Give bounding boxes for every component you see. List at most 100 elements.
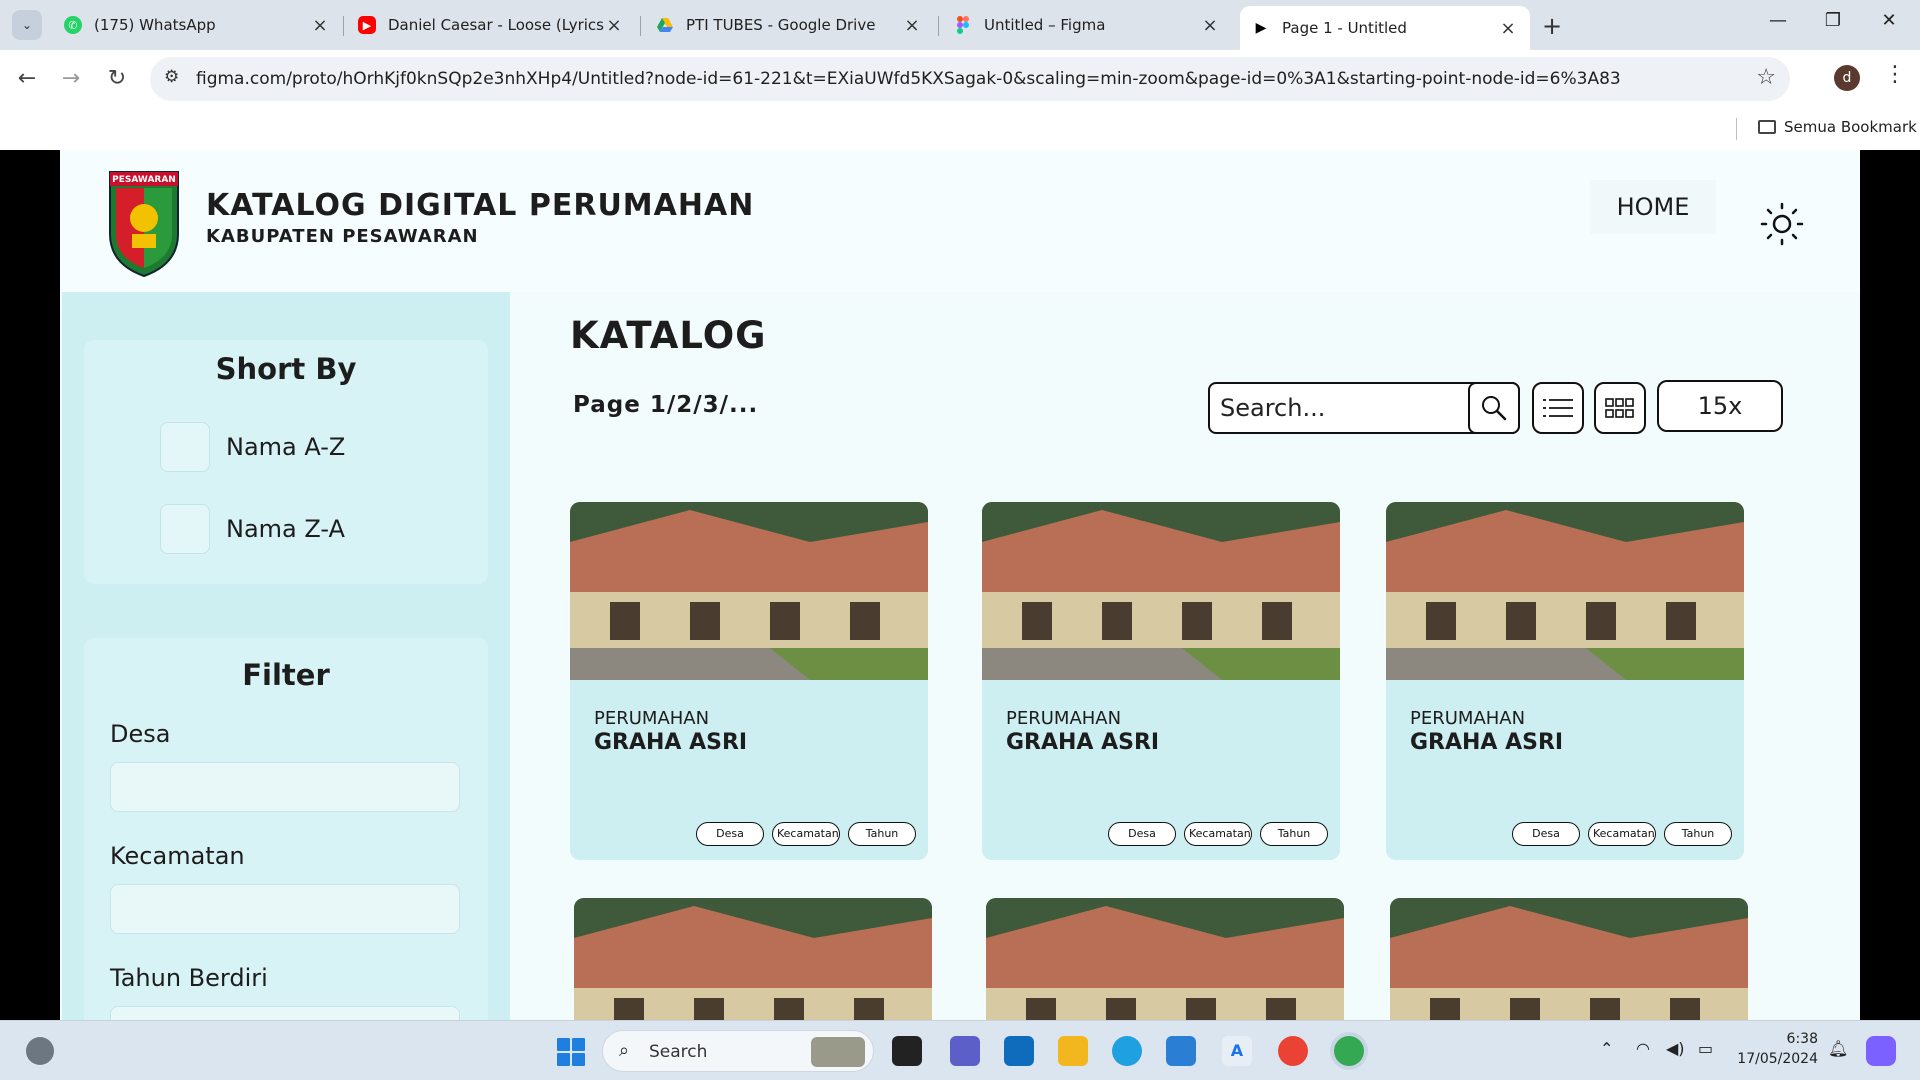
- tab-figma[interactable]: Untitled – Figma ×: [942, 6, 1232, 44]
- catalog-card[interactable]: [1390, 898, 1748, 1020]
- folder-icon: [1758, 120, 1776, 134]
- url-text[interactable]: figma.com/proto/hOrhKjf0knSQp2e3nhXHp4/U…: [196, 69, 1621, 89]
- tag-kecamatan[interactable]: Kecamatan: [1588, 822, 1656, 846]
- sort-option-z-a[interactable]: Nama Z-A: [160, 504, 345, 554]
- task-view-icon[interactable]: [892, 1036, 922, 1066]
- weather-widget-icon[interactable]: [26, 1037, 54, 1065]
- catalog-card[interactable]: PERUMAHAN GRAHA ASRI Desa Kecamatan Tahu…: [570, 502, 928, 860]
- volume-icon[interactable]: ◀): [1666, 1039, 1685, 1058]
- tag-desa[interactable]: Desa: [1512, 822, 1580, 846]
- all-bookmarks-button[interactable]: Semua Bookmark: [1758, 118, 1917, 136]
- house-image: [570, 502, 928, 680]
- close-icon[interactable]: ×: [1200, 15, 1220, 36]
- wifi-icon[interactable]: ◠: [1636, 1039, 1650, 1058]
- sort-a-z-checkbox[interactable]: [160, 422, 210, 472]
- grid-view-icon: [1605, 398, 1634, 418]
- grid-view-button[interactable]: [1594, 382, 1646, 434]
- nav-home-link[interactable]: HOME: [1590, 180, 1716, 234]
- tag-tahun[interactable]: Tahun: [1260, 822, 1328, 846]
- notification-bell-icon[interactable]: 🔔︎: [1828, 1039, 1848, 1058]
- site-subtitle: KABUPATEN PESAWARAN: [206, 226, 479, 247]
- site-settings-icon[interactable]: ⚙: [164, 67, 179, 87]
- house-image: [1390, 898, 1748, 1020]
- sort-panel: Short By Nama A-Z Nama Z-A: [84, 340, 488, 584]
- minimize-button[interactable]: —: [1763, 10, 1793, 31]
- chrome-profile-icon[interactable]: [1334, 1036, 1364, 1066]
- search-highlight-image: [811, 1037, 865, 1067]
- teams-icon[interactable]: [950, 1036, 980, 1066]
- vscode-icon[interactable]: [1166, 1036, 1196, 1066]
- list-view-icon: [1543, 399, 1573, 417]
- pagination[interactable]: Page 1/2/3/...: [573, 392, 758, 418]
- tab-whatsapp[interactable]: ✆ (175) WhatsApp ×: [52, 6, 342, 44]
- tab-google-drive[interactable]: PTI TUBES - Google Drive ×: [644, 6, 934, 44]
- items-per-page-button[interactable]: 15x: [1657, 380, 1783, 432]
- bookmark-star-icon[interactable]: ☆: [1756, 65, 1776, 90]
- house-image: [1386, 502, 1744, 680]
- tab-search-dropdown[interactable]: ⌄: [12, 10, 42, 40]
- profile-avatar[interactable]: d: [1834, 65, 1860, 91]
- address-bar[interactable]: ⚙ figma.com/proto/hOrhKjf0knSQp2e3nhXHp4…: [150, 57, 1790, 101]
- prototype-viewport: PESAWARAN KATALOG DIGITAL PERUMAHAN KABU…: [0, 150, 1920, 1020]
- sidebar: Short By Nama A-Z Nama Z-A Filter Desa K…: [62, 292, 510, 1020]
- catalog-card[interactable]: [986, 898, 1344, 1020]
- restore-button[interactable]: ❐: [1818, 10, 1848, 31]
- filter-label-tahun-berdiri: Tahun Berdiri: [110, 964, 268, 992]
- tahun-berdiri-field[interactable]: [110, 1006, 460, 1020]
- page-title: KATALOG: [570, 314, 767, 357]
- close-icon[interactable]: ×: [902, 15, 922, 36]
- tray-overflow-icon[interactable]: ⌃: [1600, 1039, 1613, 1058]
- filter-panel: Filter Desa Kecamatan Tahun Berdiri: [84, 638, 488, 1020]
- copilot-icon[interactable]: [1866, 1036, 1896, 1066]
- back-button[interactable]: ←: [12, 64, 42, 94]
- bookmark-bar: Semua Bookmark: [0, 108, 1920, 150]
- sort-option-a-z[interactable]: Nama A-Z: [160, 422, 345, 472]
- file-explorer-icon[interactable]: [1058, 1036, 1088, 1066]
- tag-kecamatan[interactable]: Kecamatan: [1184, 822, 1252, 846]
- chrome-icon[interactable]: [1278, 1036, 1308, 1066]
- card-name: GRAHA ASRI: [1410, 730, 1564, 755]
- catalog-card[interactable]: [574, 898, 932, 1020]
- katalog-page: PESAWARAN KATALOG DIGITAL PERUMAHAN KABU…: [60, 150, 1860, 1020]
- taskbar-search[interactable]: ⌕ Search: [602, 1030, 874, 1072]
- tab-youtube[interactable]: ▶ Daniel Caesar - Loose (Lyrics) - ×: [346, 6, 636, 44]
- search-box: [1208, 382, 1520, 434]
- card-type: PERUMAHAN: [1006, 708, 1122, 729]
- tab-page-1-untitled[interactable]: ▶ Page 1 - Untitled ×: [1240, 6, 1530, 50]
- catalog-card[interactable]: PERUMAHAN GRAHA ASRI Desa Kecamatan Tahu…: [982, 502, 1340, 860]
- close-icon[interactable]: ×: [1498, 18, 1518, 39]
- battery-icon[interactable]: ▭: [1698, 1039, 1713, 1058]
- tag-tahun[interactable]: Tahun: [848, 822, 916, 846]
- search-input[interactable]: [1220, 392, 1460, 424]
- sort-z-a-checkbox[interactable]: [160, 504, 210, 554]
- forward-button[interactable]: →: [56, 64, 86, 94]
- start-button[interactable]: [557, 1038, 585, 1066]
- reload-button[interactable]: ↻: [102, 64, 132, 94]
- mail-icon[interactable]: [1004, 1036, 1034, 1066]
- desa-field[interactable]: [110, 762, 460, 812]
- kecamatan-field[interactable]: [110, 884, 460, 934]
- filter-title: Filter: [242, 658, 330, 692]
- close-icon[interactable]: ×: [310, 15, 330, 36]
- clock[interactable]: 6:38 17/05/2024: [1728, 1029, 1818, 1069]
- filter-label-desa: Desa: [110, 720, 171, 748]
- tag-desa[interactable]: Desa: [696, 822, 764, 846]
- close-window-button[interactable]: ✕: [1874, 10, 1904, 31]
- catalog-card[interactable]: PERUMAHAN GRAHA ASRI Desa Kecamatan Tahu…: [1386, 502, 1744, 860]
- card-type: PERUMAHAN: [1410, 708, 1526, 729]
- tag-desa[interactable]: Desa: [1108, 822, 1176, 846]
- store-icon[interactable]: A: [1222, 1036, 1252, 1066]
- list-view-button[interactable]: [1532, 382, 1584, 434]
- sun-icon[interactable]: [1760, 202, 1804, 246]
- search-button[interactable]: [1468, 382, 1520, 434]
- pesawaran-logo: PESAWARAN: [109, 171, 179, 278]
- play-icon: ▶: [1255, 20, 1267, 36]
- browser-menu-icon[interactable]: ⋮: [1884, 62, 1906, 87]
- tag-kecamatan[interactable]: Kecamatan: [772, 822, 840, 846]
- close-icon[interactable]: ×: [604, 15, 624, 36]
- edge-icon[interactable]: [1112, 1036, 1142, 1066]
- card-name: GRAHA ASRI: [594, 730, 748, 755]
- tag-tahun[interactable]: Tahun: [1664, 822, 1732, 846]
- new-tab-button[interactable]: +: [1542, 12, 1562, 40]
- svg-text:PESAWARAN: PESAWARAN: [112, 175, 176, 185]
